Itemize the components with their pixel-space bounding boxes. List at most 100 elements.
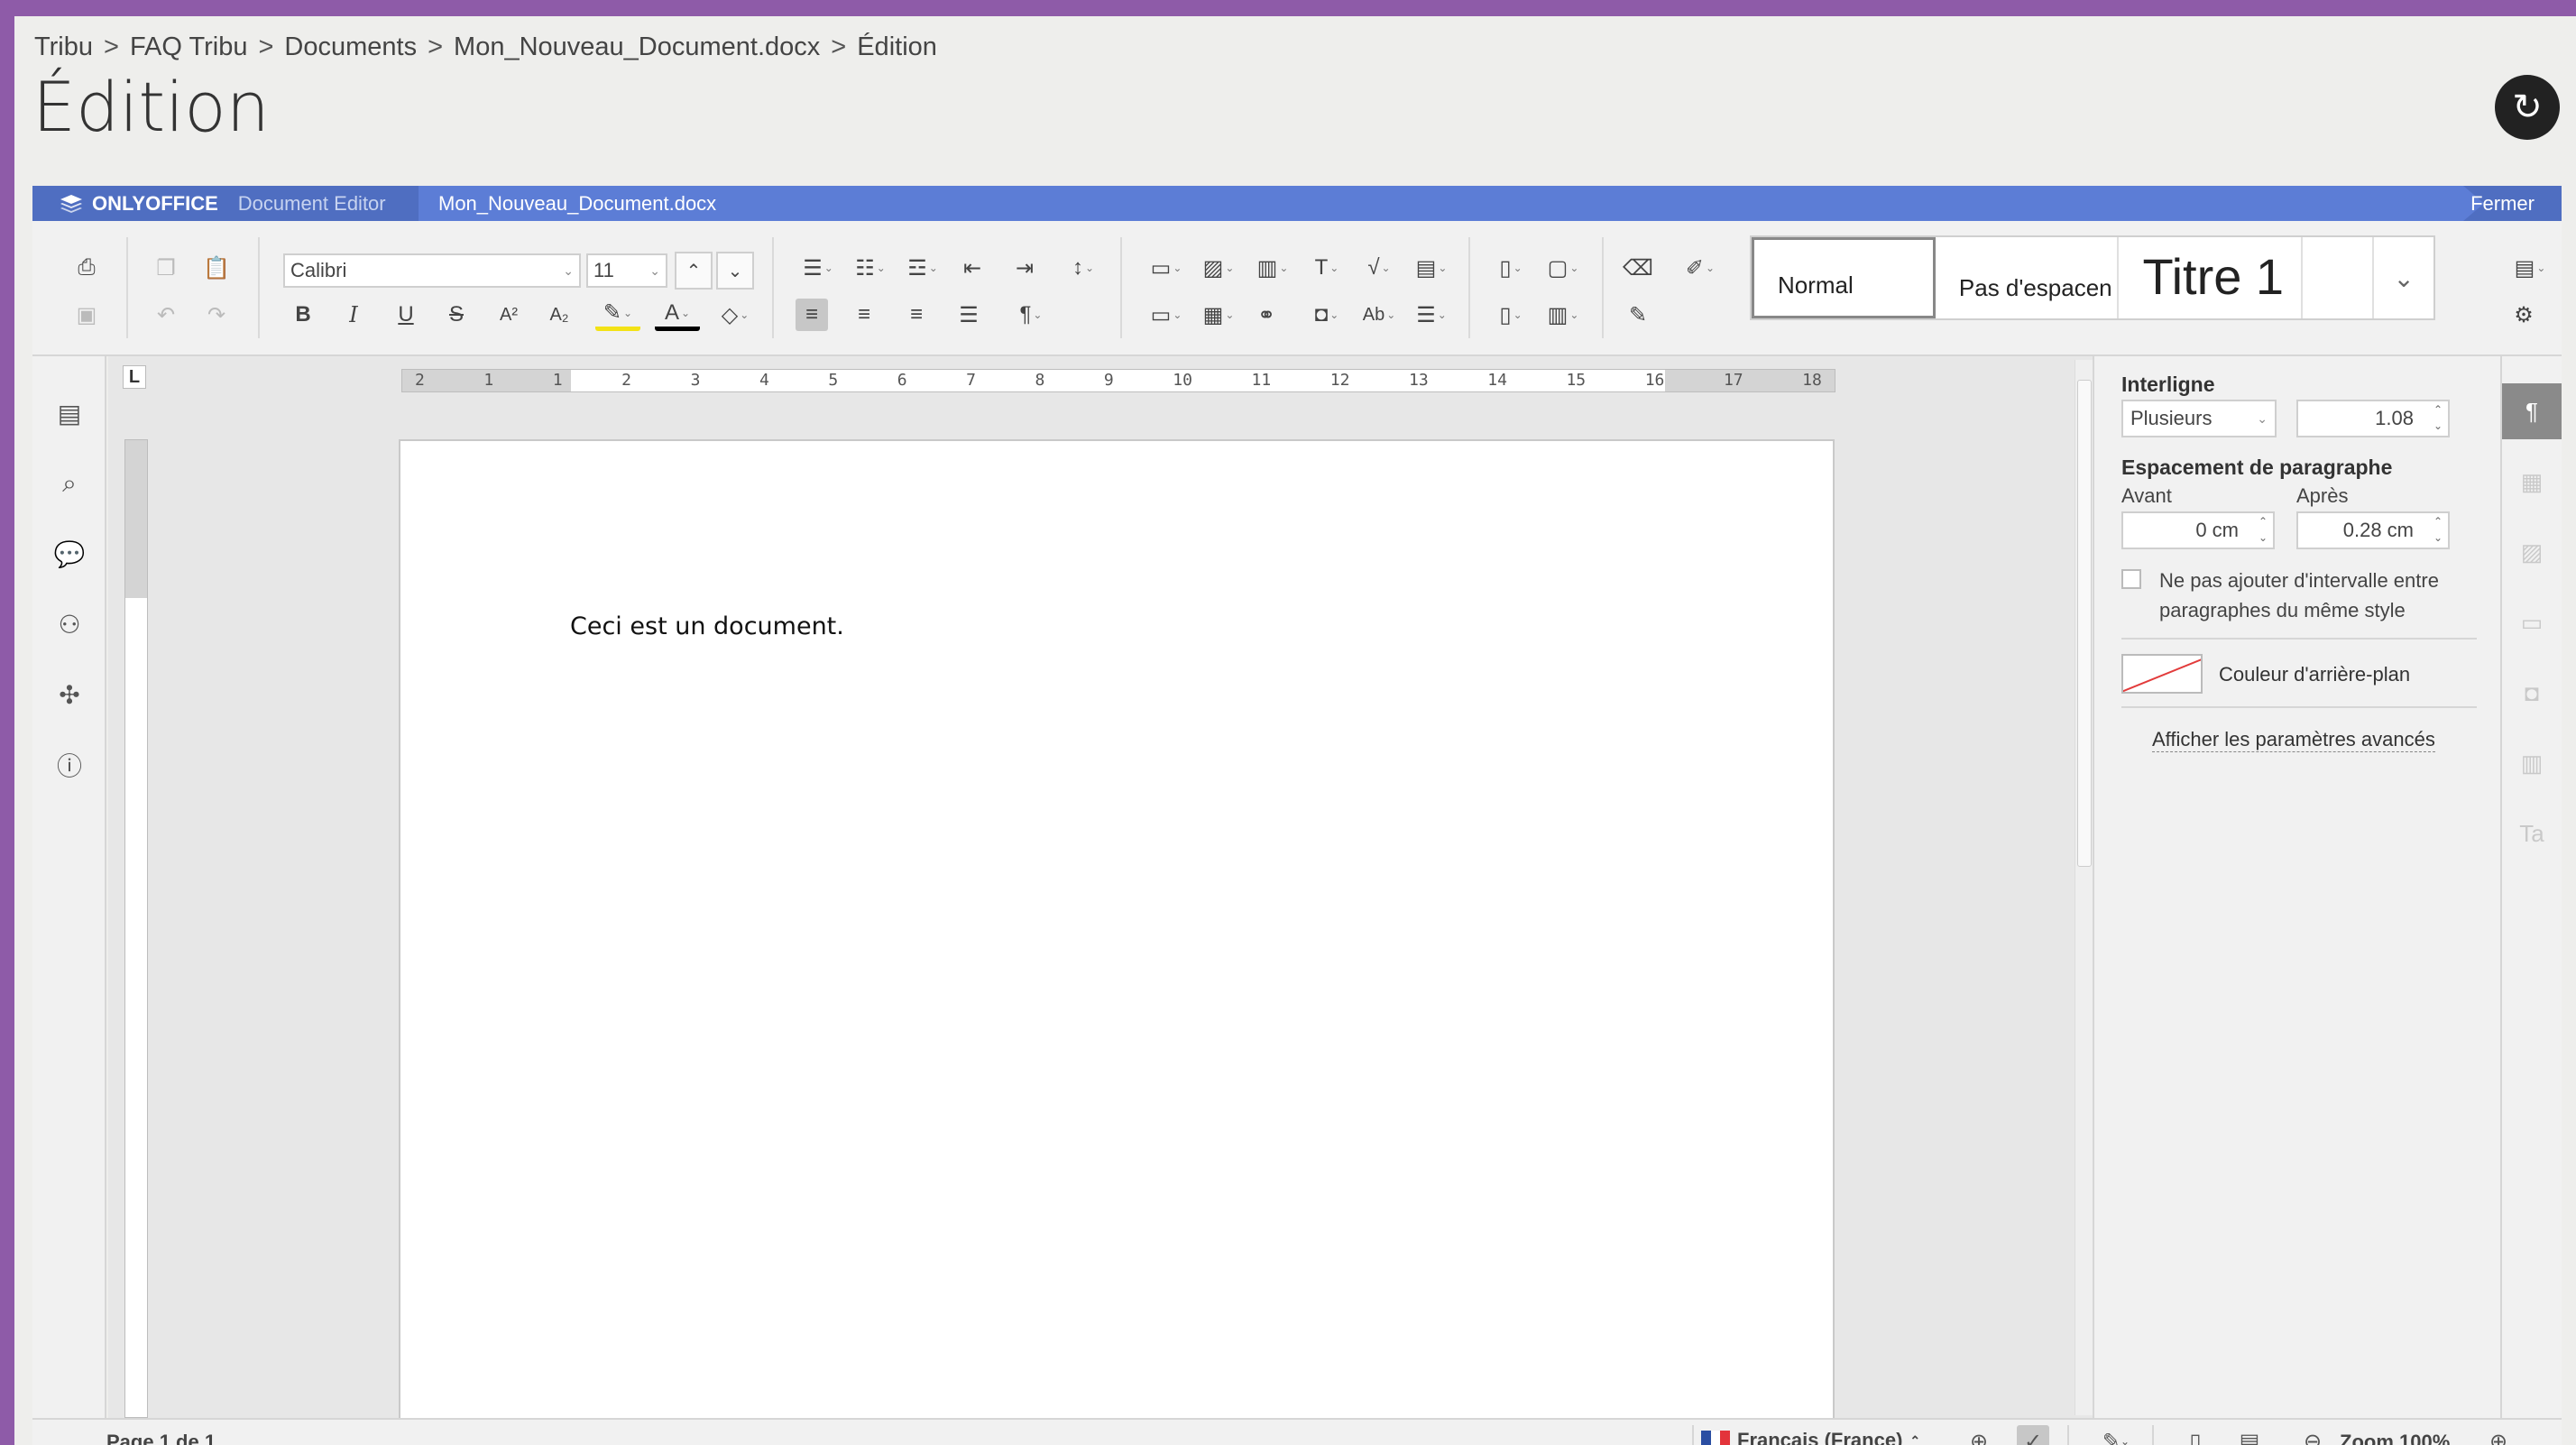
info-icon[interactable]: ⓘ bbox=[52, 748, 87, 782]
document-body-text[interactable]: Ceci est un document. bbox=[570, 612, 844, 640]
image-icon[interactable]: ▨ ⌄ bbox=[1196, 252, 1241, 284]
copy-style-icon[interactable]: ✎ bbox=[1622, 299, 1654, 331]
style-empty-slot[interactable] bbox=[2303, 237, 2375, 318]
vertical-scrollbar[interactable] bbox=[2075, 360, 2093, 1415]
breadcrumb-item-document[interactable]: Mon_Nouveau_Document.docx bbox=[454, 32, 820, 62]
undo-icon[interactable]: ↶ bbox=[150, 299, 182, 331]
numbered-list-icon[interactable]: ☷ ⌄ bbox=[848, 252, 893, 284]
scrollbar-thumb[interactable] bbox=[2077, 380, 2092, 867]
justify-icon[interactable]: ☰ bbox=[952, 299, 985, 331]
user-icon[interactable]: ⚇ bbox=[52, 607, 87, 641]
close-editor-button[interactable]: Fermer bbox=[2470, 186, 2535, 221]
spacing-after-input[interactable]: 0.28 cm ⌃ ⌄ bbox=[2296, 511, 2450, 549]
document-page[interactable]: Ceci est un document. bbox=[399, 439, 1835, 1418]
stepper-icon[interactable]: ⌃ ⌄ bbox=[2259, 513, 2268, 546]
save-icon[interactable]: ▣ bbox=[70, 299, 103, 331]
line-spacing-mode-select[interactable]: Plusieurs ⌄ bbox=[2121, 400, 2277, 437]
language-selector[interactable]: Français (France) ⌃ bbox=[1701, 1429, 1920, 1445]
breadcrumb-item-documents[interactable]: Documents bbox=[284, 32, 417, 62]
zoom-out-icon[interactable]: ⊖ bbox=[2296, 1425, 2329, 1445]
shading-icon[interactable]: ◇ ⌄ bbox=[713, 299, 758, 331]
breadcrumb-item-tribu[interactable]: Tribu bbox=[34, 32, 93, 62]
spellcheck-icon[interactable]: ✓ bbox=[2017, 1425, 2049, 1445]
font-name-select[interactable]: Calibri ⌄ bbox=[283, 253, 581, 288]
decrease-font-button[interactable]: ⌄ bbox=[716, 252, 754, 290]
orientation-icon[interactable]: ▯ ⌄ bbox=[1488, 299, 1533, 331]
style-no-spacing[interactable]: Pas d'espacen bbox=[1936, 237, 2120, 318]
font-size-select[interactable]: 11 ⌄ bbox=[586, 253, 667, 288]
chart-icon[interactable]: ▥ ⌄ bbox=[1250, 252, 1295, 284]
table-icon[interactable]: ▦ ⌄ bbox=[1196, 299, 1241, 331]
plugins-icon[interactable]: ✣ bbox=[52, 677, 87, 712]
underline-icon[interactable]: U bbox=[390, 299, 422, 331]
text-art-icon[interactable]: Ab ⌄ bbox=[1357, 299, 1402, 331]
search-icon[interactable]: ⌕ bbox=[52, 466, 87, 501]
header-footer-settings-icon[interactable]: ▭ bbox=[2502, 594, 2562, 650]
shape-settings-icon[interactable]: ◘ bbox=[2502, 665, 2562, 721]
image-settings-icon[interactable]: ▨ bbox=[2502, 524, 2562, 580]
link-icon[interactable]: ⚭ bbox=[1250, 299, 1283, 331]
text-art-settings-icon[interactable]: Ta bbox=[2502, 805, 2562, 861]
bold-icon[interactable]: B bbox=[287, 299, 319, 331]
zoom-in-icon[interactable]: ⊕ bbox=[2482, 1425, 2515, 1445]
globe-icon[interactable]: ⊕ bbox=[1963, 1425, 1995, 1445]
align-right-icon[interactable]: ≡ bbox=[900, 299, 933, 331]
copy-icon[interactable]: ❐ bbox=[150, 252, 182, 284]
track-changes-icon[interactable]: ✎ ⌄ bbox=[2093, 1425, 2139, 1445]
chevron-down-icon[interactable]: ⌄ bbox=[2374, 237, 2433, 318]
fit-width-icon[interactable]: ▤ bbox=[2233, 1425, 2266, 1445]
chart-settings-icon[interactable]: ▥ bbox=[2502, 735, 2562, 791]
increase-font-button[interactable]: ⌃ bbox=[675, 252, 713, 290]
line-spacing-icon[interactable]: ↕ ⌄ bbox=[1061, 252, 1106, 284]
decrease-indent-icon[interactable]: ⇤ bbox=[956, 252, 989, 284]
page-columns-icon[interactable]: ▥ ⌄ bbox=[1541, 299, 1586, 331]
italic-icon[interactable]: I bbox=[337, 299, 370, 331]
increase-indent-icon[interactable]: ⇥ bbox=[1008, 252, 1041, 284]
page-break-icon[interactable]: ▭ ⌄ bbox=[1144, 252, 1189, 284]
bullet-list-icon[interactable]: ☰ ⌄ bbox=[796, 252, 841, 284]
eraser-icon[interactable]: ⌫ bbox=[1622, 252, 1654, 284]
highlight-color-icon[interactable]: ✎ ⌄ bbox=[595, 299, 640, 331]
shape-icon[interactable]: ◘ ⌄ bbox=[1304, 299, 1349, 331]
style-normal[interactable]: Normal bbox=[1752, 237, 1936, 318]
dropcap-icon[interactable]: ☰ ⌄ bbox=[1409, 299, 1454, 331]
style-heading-1[interactable]: Titre 1 bbox=[2119, 237, 2303, 318]
textbox-icon[interactable]: T ⌄ bbox=[1304, 252, 1349, 284]
view-settings-icon[interactable]: ▤ ⌄ bbox=[2507, 252, 2553, 284]
refresh-button[interactable]: ↻ bbox=[2495, 75, 2560, 140]
table-settings-icon[interactable]: ▦ bbox=[2502, 454, 2562, 510]
no-interval-checkbox[interactable] bbox=[2121, 569, 2141, 589]
margins-icon[interactable]: ▢ ⌄ bbox=[1541, 252, 1586, 284]
paragraph-mark-icon[interactable]: ¶ ⌄ bbox=[1008, 299, 1053, 331]
breadcrumb-item-faq[interactable]: FAQ Tribu bbox=[130, 32, 248, 62]
subscript-icon[interactable]: A₂ bbox=[543, 299, 575, 331]
align-left-icon[interactable]: ≡ bbox=[796, 299, 828, 331]
change-style-icon[interactable]: ✐ ⌄ bbox=[1678, 252, 1723, 284]
gear-icon[interactable]: ⚙ bbox=[2507, 299, 2540, 331]
vertical-ruler[interactable] bbox=[124, 439, 148, 1418]
line-spacing-value-input[interactable]: 1.08 ⌃ ⌄ bbox=[2296, 400, 2450, 437]
comments-icon[interactable]: 💬 bbox=[52, 537, 87, 571]
paste-icon[interactable]: 📋 bbox=[200, 252, 233, 284]
page-size-icon[interactable]: ▯ ⌄ bbox=[1488, 252, 1533, 284]
stepper-icon[interactable]: ⌃ ⌄ bbox=[2433, 401, 2443, 434]
spacing-before-input[interactable]: 0 cm ⌃ ⌄ bbox=[2121, 511, 2275, 549]
advanced-settings-link[interactable]: Afficher les paramètres avancés bbox=[2152, 728, 2435, 752]
background-color-swatch[interactable] bbox=[2121, 654, 2203, 694]
columns-icon[interactable]: ▤ ⌄ bbox=[1409, 252, 1454, 284]
horizontal-ruler[interactable]: 2 1 1 2 3 4 5 6 7 8 9 10 11 12 13 14 15 … bbox=[401, 369, 1835, 392]
strikethrough-icon[interactable]: S bbox=[440, 299, 473, 331]
header-footer-icon[interactable]: ▭ ⌄ bbox=[1144, 299, 1189, 331]
navigation-icon[interactable]: ▤ bbox=[52, 396, 87, 430]
redo-icon[interactable]: ↷ bbox=[200, 299, 233, 331]
multilevel-list-icon[interactable]: ☲ ⌄ bbox=[900, 252, 945, 284]
align-center-icon[interactable]: ≡ bbox=[848, 299, 880, 331]
paragraph-settings-icon[interactable]: ¶ bbox=[2502, 383, 2562, 439]
equation-icon[interactable]: √ ⌄ bbox=[1357, 252, 1402, 284]
stepper-icon[interactable]: ⌃ ⌄ bbox=[2433, 513, 2443, 546]
tab-stop-selector[interactable]: L bbox=[123, 365, 146, 389]
fit-page-icon[interactable]: ▯ bbox=[2179, 1425, 2212, 1445]
print-icon[interactable]: ⎙ bbox=[70, 252, 103, 284]
superscript-icon[interactable]: A² bbox=[492, 299, 525, 331]
font-color-icon[interactable]: A ⌄ bbox=[655, 299, 700, 331]
